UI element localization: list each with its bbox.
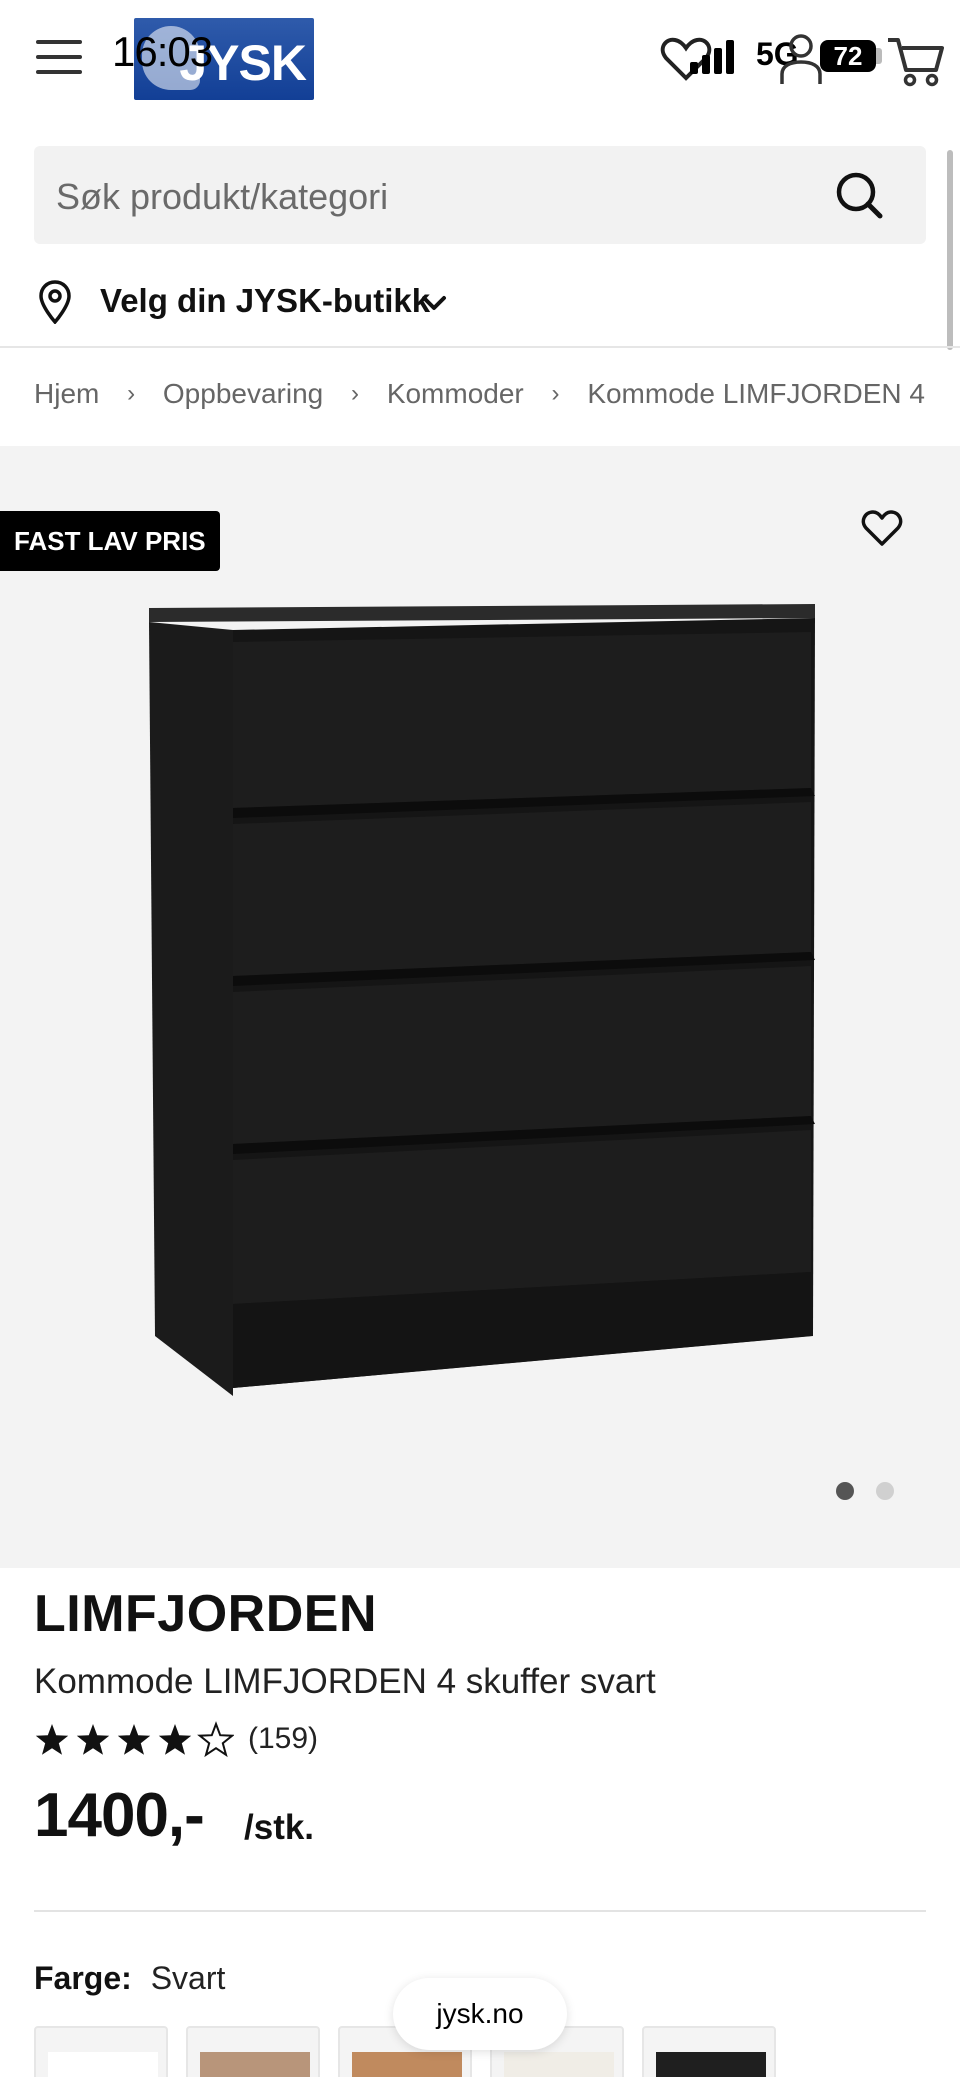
star-filled-icon (35, 1724, 69, 1755)
product-gallery[interactable]: FAST LAV PRIS (0, 446, 960, 1568)
color-swatch-image (200, 2052, 310, 2077)
page-scrollbar[interactable] (947, 150, 953, 350)
price-unit: /stk. (244, 1808, 315, 1847)
color-swatch-image (504, 2052, 614, 2077)
search-input[interactable]: Søk produkt/kategori (34, 146, 926, 244)
star-filled-icon (76, 1724, 110, 1755)
search-icon[interactable] (834, 170, 884, 220)
store-selector-label: Velg din JYSK-butikk (100, 282, 431, 319)
color-swatch-image (656, 2052, 766, 2077)
status-right-group: 5G 72 (660, 30, 960, 88)
color-label: Farge: (34, 1960, 132, 1996)
product-brand: LIMFJORDEN (34, 1585, 377, 1643)
color-swatch[interactable] (186, 2026, 320, 2077)
app-header: JYSK 16:03 5G 72 (0, 0, 960, 120)
gallery-dot-active[interactable] (836, 1482, 854, 1500)
breadcrumb-storage[interactable]: Oppbevaring (163, 378, 323, 410)
breadcrumb-current: Kommode LIMFJORDEN 4 skuffer svart (587, 377, 926, 409)
breadcrumb-separator-icon: › (127, 379, 136, 407)
breadcrumb-dressers[interactable]: Kommoder (387, 378, 524, 410)
product-rating[interactable]: (159) (34, 1718, 434, 1764)
battery-tip (876, 48, 882, 64)
star-filled-icon (158, 1724, 192, 1755)
star-empty-icon (197, 1721, 234, 1758)
browser-url-pill[interactable]: jysk.no (393, 1978, 567, 2050)
product-name: Kommode LIMFJORDEN 4 skuffer svart (34, 1662, 656, 1701)
breadcrumb-separator-icon: › (551, 379, 560, 407)
status-time: 16:03 (112, 28, 213, 75)
color-value: Svart (150, 1960, 226, 1996)
product-image (149, 604, 815, 1396)
gallery-pagination[interactable] (826, 1482, 906, 1502)
header-divider (0, 346, 960, 348)
color-swatch-image (352, 2052, 462, 2077)
section-divider (34, 1910, 926, 1912)
review-count[interactable]: (159) (248, 1722, 318, 1756)
cart-icon[interactable] (886, 32, 946, 88)
gallery-dot[interactable] (876, 1482, 894, 1500)
breadcrumb: Hjem › Oppbevaring › Kommoder › Kommode … (34, 376, 926, 420)
product-price: 1400,- (34, 1781, 205, 1850)
search-placeholder: Søk produkt/kategori (56, 176, 389, 217)
store-selector[interactable]: Velg din JYSK-butikk (34, 274, 634, 338)
color-swatch-image (48, 2052, 158, 2077)
battery-indicator: 72 (820, 40, 876, 72)
location-pin-icon (39, 280, 71, 324)
rating-stars-icon (35, 1721, 234, 1758)
color-swatch[interactable] (34, 2026, 168, 2077)
chevron-down-icon (422, 296, 446, 310)
color-swatch[interactable] (642, 2026, 776, 2077)
breadcrumb-separator-icon: › (351, 379, 360, 407)
price-badge: FAST LAV PRIS (0, 511, 220, 571)
wishlist-heart-icon[interactable] (860, 508, 904, 548)
signal-icon (690, 40, 734, 74)
breadcrumb-home[interactable]: Hjem (34, 378, 99, 410)
account-icon[interactable] (778, 32, 824, 86)
star-filled-icon (117, 1724, 151, 1755)
menu-icon[interactable] (36, 40, 82, 80)
